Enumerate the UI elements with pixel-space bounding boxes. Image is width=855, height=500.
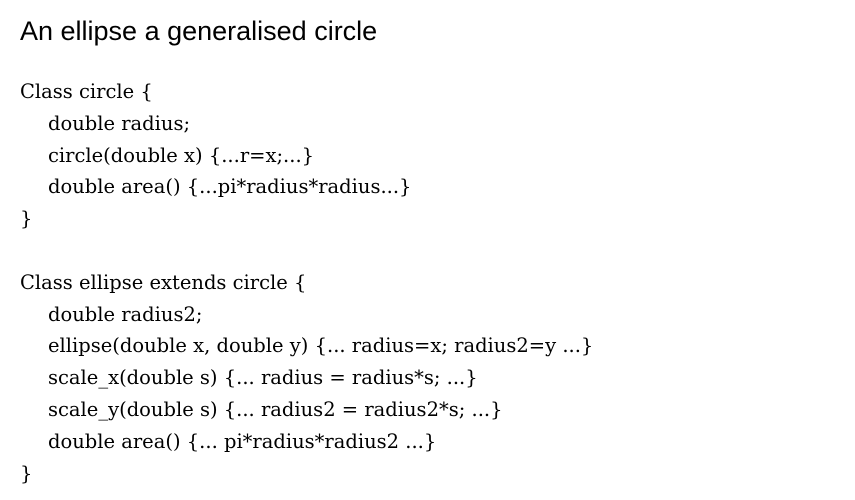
slide: An ellipse a generalised circle Class ci… (0, 0, 855, 500)
code-line-circle-close-brace: } (20, 207, 33, 231)
code-line-ellipse-close-brace: } (20, 461, 33, 485)
code-line-circle-area: double area() {...pi*radius*radius...} (48, 175, 412, 199)
code-line-circle-constructor: circle(double x) {...r=x;...} (48, 143, 315, 167)
code-line-scale-x: scale_x(double s) {... radius = radius*s… (48, 366, 478, 390)
code-line-class-circle: Class circle { (20, 80, 153, 103)
code-line-class-ellipse: Class ellipse extends circle { (20, 270, 307, 294)
code-line-radius-field: double radius; (48, 111, 191, 135)
code-line-scale-y: scale_y(double s) {... radius2 = radius2… (48, 397, 503, 421)
code-line-ellipse-area: double area() {... pi*radius*radius2 ...… (48, 429, 437, 453)
code-line-radius2-field: double radius2; (48, 302, 203, 326)
code-line-ellipse-constructor: ellipse(double x, double y) {... radius=… (48, 334, 594, 358)
slide-title: An ellipse a generalised circle (20, 16, 378, 46)
code-listing: Class circle { double radius; circle(dou… (20, 76, 593, 489)
